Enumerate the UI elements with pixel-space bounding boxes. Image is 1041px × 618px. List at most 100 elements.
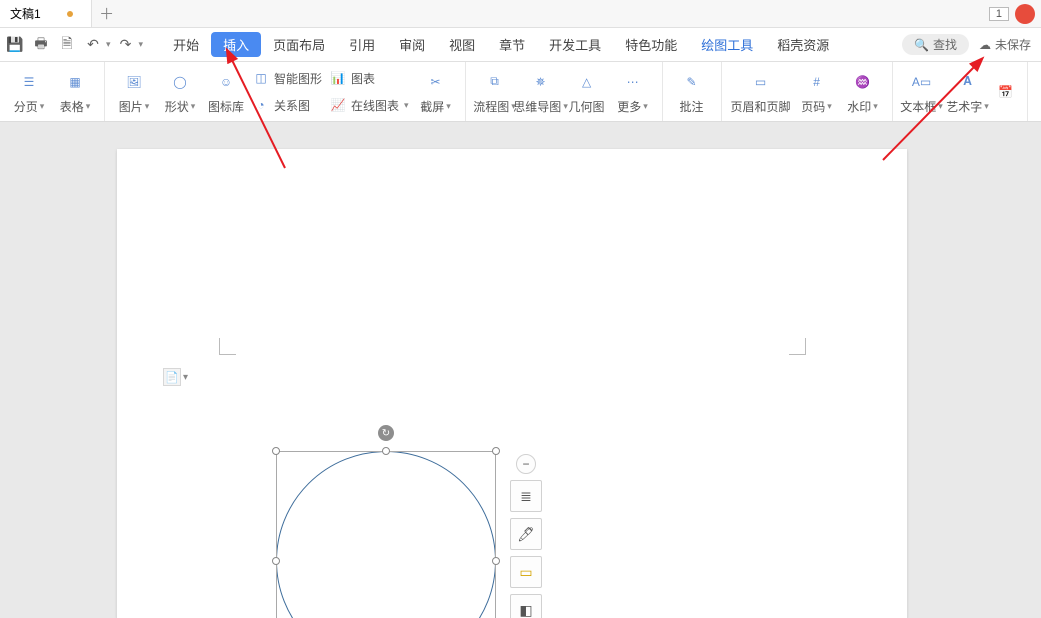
group-diagrams: ⧉ 流程图▾ ✵ 思维导图▾ △ 几何图 ⋯ 更多▾ bbox=[466, 62, 663, 121]
wordart-icon: 𝐀 bbox=[955, 69, 981, 95]
tab-home[interactable]: 开始 bbox=[161, 32, 211, 57]
smartart-icon: ◫ bbox=[253, 70, 269, 86]
date-icon: 📅 bbox=[993, 79, 1019, 105]
title-bar: 文稿1 ＋ 1 bbox=[0, 0, 1041, 28]
shape-outline-button[interactable]: ▭ bbox=[510, 556, 542, 588]
document-name: 文稿1 bbox=[10, 5, 41, 22]
rotate-handle[interactable]: ↻ bbox=[378, 425, 394, 441]
quick-access-toolbar: 💾 🖶 🗎 ↶ ▾ ↷ ▾ bbox=[4, 34, 153, 56]
smartart-button[interactable]: ◫ 智能图形 bbox=[249, 68, 326, 89]
search-icon: 🔍 bbox=[914, 38, 929, 52]
margin-mark-top-right bbox=[789, 338, 806, 355]
shadow-icon: ◧ bbox=[519, 602, 532, 618]
relation-icon: ◔ bbox=[253, 97, 269, 113]
shapes-button[interactable]: ◯ 形状▾ bbox=[157, 62, 203, 121]
print-preview-icon[interactable]: 🗎 bbox=[56, 34, 78, 56]
selected-shape-circle[interactable]: ↻ bbox=[276, 451, 496, 618]
group-illustrations: 🖼 图片▾ ◯ 形状▾ ☺ 图标库 ◫ 智能图形 ◔ 关系图 📊 图表 bbox=[105, 62, 466, 121]
pagenum-icon: # bbox=[804, 69, 830, 95]
mindmap-button[interactable]: ✵ 思维导图▾ bbox=[518, 62, 564, 121]
screenshot-button[interactable]: ✂ 截屏▾ bbox=[413, 62, 459, 121]
toolbar-collapse-button[interactable]: − bbox=[516, 454, 536, 474]
onlinechart-button[interactable]: 📈 在线图表▾ bbox=[326, 95, 413, 116]
more-button[interactable]: ⋯ 更多▾ bbox=[610, 62, 656, 121]
tab-drawing-tools[interactable]: 绘图工具 bbox=[689, 32, 765, 57]
date-button[interactable]: 📅 bbox=[991, 62, 1021, 121]
geometry-icon: △ bbox=[574, 69, 600, 95]
picture-button[interactable]: 🖼 图片▾ bbox=[111, 62, 157, 121]
redo-button[interactable]: ↷ bbox=[115, 34, 137, 56]
shape-outline-icon: ▭ bbox=[519, 564, 532, 581]
picture-icon: 🖼 bbox=[121, 69, 147, 95]
table-button[interactable]: ▦ 表格▾ bbox=[52, 62, 98, 121]
paste-options-dropdown[interactable]: ▾ bbox=[183, 372, 188, 383]
iconlib-button[interactable]: ☺ 图标库 bbox=[203, 62, 249, 121]
group-text: A▭ 文本框▾ 𝐀 艺术字▾ 📅 bbox=[893, 62, 1028, 121]
paste-options-float[interactable]: 📄 ▾ bbox=[163, 368, 188, 386]
watermark-icon: ♒ bbox=[850, 69, 876, 95]
group-page: ☰ 分页▾ ▦ 表格▾ bbox=[0, 62, 105, 121]
onlinechart-icon: 📈 bbox=[330, 97, 346, 113]
selection-bounding-box bbox=[276, 451, 496, 618]
resize-handle-top-left[interactable] bbox=[272, 447, 280, 455]
pagebreak-button[interactable]: ☰ 分页▾ bbox=[6, 62, 52, 121]
chart-button[interactable]: 📊 图表 bbox=[326, 68, 413, 89]
flowchart-icon: ⧉ bbox=[482, 69, 508, 95]
resize-handle-top[interactable] bbox=[382, 447, 390, 455]
resize-handle-left[interactable] bbox=[272, 557, 280, 565]
ribbon-insert: ☰ 分页▾ ▦ 表格▾ 🖼 图片▾ ◯ 形状▾ ☺ 图标库 ◫ 智能图形 ◔ bbox=[0, 62, 1041, 122]
textbox-button[interactable]: A▭ 文本框▾ bbox=[899, 62, 945, 121]
shape-fill-button[interactable]: 🖊 bbox=[510, 518, 542, 550]
shape-mini-toolbar: − ≣ 🖊 ▭ ◧ A▭ bbox=[510, 454, 542, 618]
search-placeholder: 查找 bbox=[933, 36, 957, 53]
print-icon[interactable]: 🖶 bbox=[30, 34, 52, 56]
menu-bar: 💾 🖶 🗎 ↶ ▾ ↷ ▾ 开始 插入 页面布局 引用 审阅 视图 章节 开发工… bbox=[0, 28, 1041, 62]
document-workspace[interactable]: 📄 ▾ ↻ − ≣ 🖊 ▭ ◧ A▭ bbox=[0, 122, 1041, 618]
tab-special[interactable]: 特色功能 bbox=[613, 32, 689, 57]
more-icon: ⋯ bbox=[620, 69, 646, 95]
comment-button[interactable]: ✎ 批注 bbox=[669, 62, 715, 121]
redo-dropdown[interactable]: ▾ bbox=[139, 39, 144, 50]
resize-handle-top-right[interactable] bbox=[492, 447, 500, 455]
watermark-button[interactable]: ♒ 水印▾ bbox=[840, 62, 886, 121]
document-tab[interactable]: 文稿1 bbox=[0, 0, 92, 27]
chart-icon: 📊 bbox=[330, 70, 346, 86]
save-status-label: 未保存 bbox=[995, 36, 1031, 53]
table-icon: ▦ bbox=[62, 69, 88, 95]
tab-page-layout[interactable]: 页面布局 bbox=[261, 32, 337, 57]
iconlib-icon: ☺ bbox=[213, 69, 239, 95]
tab-section[interactable]: 章节 bbox=[487, 32, 537, 57]
group-headerfooter: ▭ 页眉和页脚 # 页码▾ ♒ 水印▾ bbox=[722, 62, 893, 121]
new-tab-button[interactable]: ＋ bbox=[92, 3, 122, 24]
search-box[interactable]: 🔍 查找 bbox=[902, 34, 969, 55]
geometry-button[interactable]: △ 几何图 bbox=[564, 62, 610, 121]
tab-view[interactable]: 视图 bbox=[437, 32, 487, 57]
wrap-text-button[interactable]: ≣ bbox=[510, 480, 542, 512]
undo-dropdown[interactable]: ▾ bbox=[106, 39, 111, 50]
menu-tabs: 开始 插入 页面布局 引用 审阅 视图 章节 开发工具 特色功能 绘图工具 稻壳… bbox=[161, 28, 841, 61]
headerfooter-button[interactable]: ▭ 页眉和页脚 bbox=[728, 62, 794, 121]
mindmap-icon: ✵ bbox=[528, 69, 554, 95]
tab-references[interactable]: 引用 bbox=[337, 32, 387, 57]
comment-icon: ✎ bbox=[679, 69, 705, 95]
save-icon[interactable]: 💾 bbox=[4, 34, 26, 56]
textbox-icon: A▭ bbox=[909, 69, 935, 95]
shape-shadow-button[interactable]: ◧ bbox=[510, 594, 542, 618]
flowchart-button[interactable]: ⧉ 流程图▾ bbox=[472, 62, 518, 121]
paint-brush-icon: 🖊 bbox=[517, 526, 535, 543]
undo-button[interactable]: ↶ bbox=[82, 34, 104, 56]
user-avatar[interactable] bbox=[1015, 4, 1035, 24]
tab-review[interactable]: 审阅 bbox=[387, 32, 437, 57]
tab-docer[interactable]: 稻壳资源 bbox=[765, 32, 841, 57]
screenshot-icon: ✂ bbox=[423, 69, 449, 95]
unsaved-indicator bbox=[67, 11, 73, 17]
pagenum-button[interactable]: # 页码▾ bbox=[794, 62, 840, 121]
relation-button[interactable]: ◔ 关系图 bbox=[249, 95, 326, 116]
menubar-right: 🔍 查找 ☁ 未保存 bbox=[902, 34, 1037, 55]
cloud-save-status[interactable]: ☁ 未保存 bbox=[979, 36, 1031, 53]
tab-insert[interactable]: 插入 bbox=[211, 32, 261, 57]
margin-mark-top-left bbox=[219, 338, 236, 355]
resize-handle-right[interactable] bbox=[492, 557, 500, 565]
tab-developer[interactable]: 开发工具 bbox=[537, 32, 613, 57]
wordart-button[interactable]: 𝐀 艺术字▾ bbox=[945, 62, 991, 121]
